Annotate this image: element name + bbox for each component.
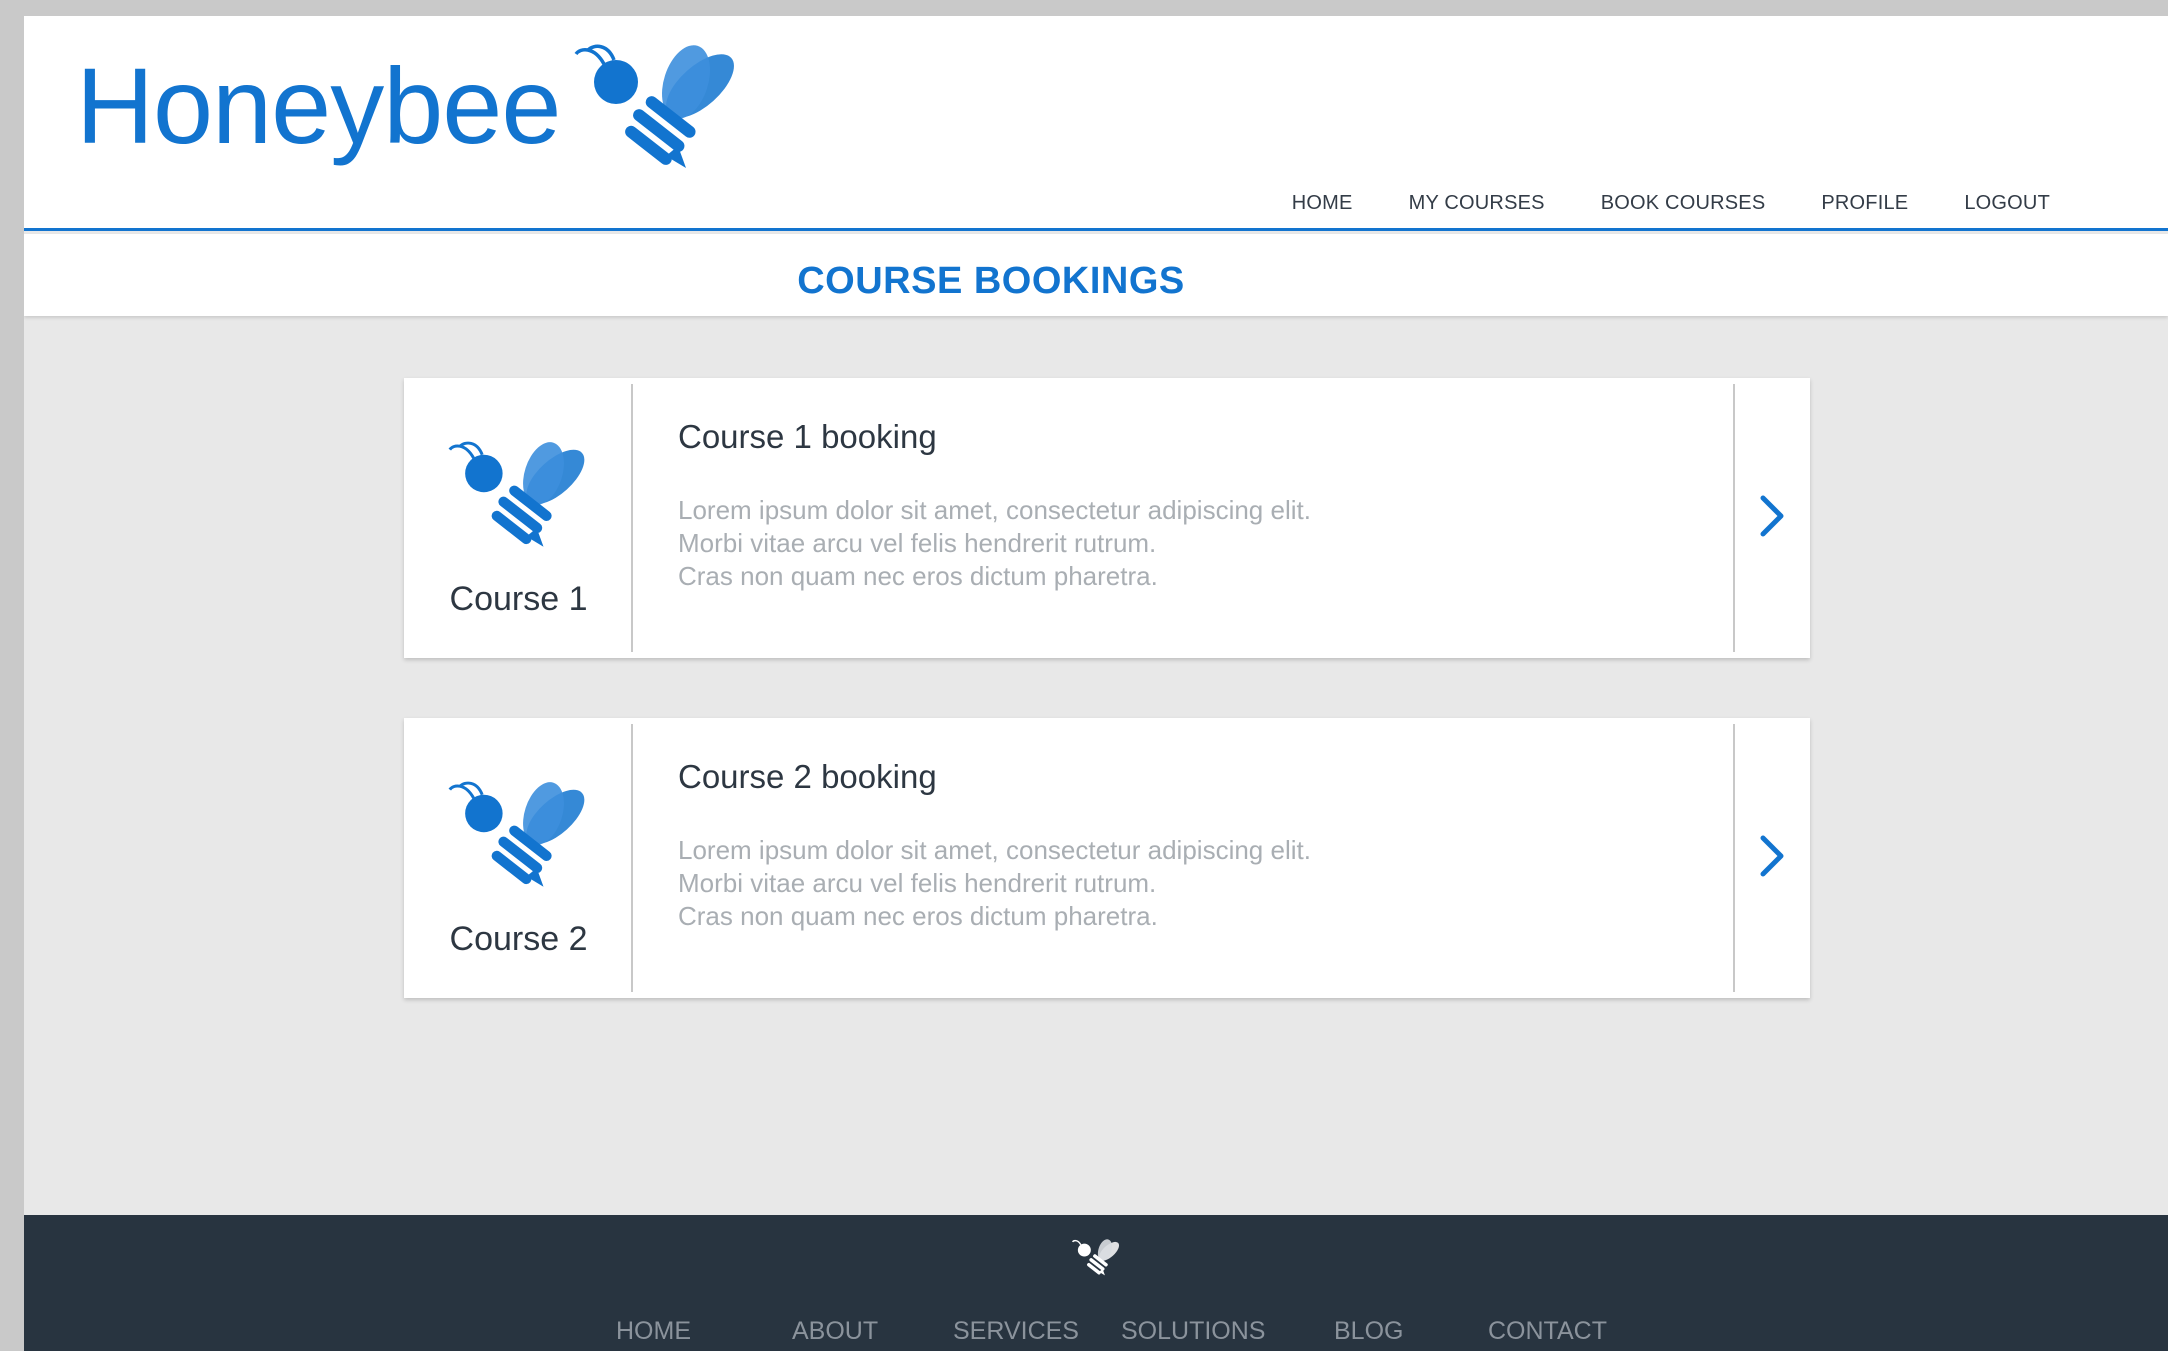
course-card-2[interactable]: Course 2 Course 2 booking Lorem ipsum do… (404, 718, 1810, 998)
bee-icon (1071, 1237, 1122, 1282)
course-heading: Course 1 booking (678, 418, 937, 455)
course-thumb: Course 1 (404, 378, 633, 658)
description-line: Cras non quam nec eros dictum pharetra. (678, 561, 1158, 591)
title-bar: COURSE BOOKINGS (24, 234, 2168, 316)
course-description: Lorem ipsum dolor sit amet, consectetur … (678, 494, 1733, 593)
description-line: Cras non quam nec eros dictum pharetra. (678, 901, 1158, 931)
description-line: Morbi vitae arcu vel felis hendrerit rut… (678, 868, 1157, 898)
footer-link-solutions[interactable]: SOLUTIONS (1121, 1317, 1265, 1346)
course-open-button[interactable] (1733, 718, 1810, 998)
course-body: Course 2 booking Lorem ipsum dolor sit a… (633, 718, 1733, 998)
logo[interactable]: Honeybee (76, 38, 744, 178)
course-heading: Course 2 booking (678, 758, 937, 795)
logo-text: Honeybee (76, 45, 561, 166)
chevron-right-icon (1759, 494, 1785, 543)
description-line: Morbi vitae arcu vel felis hendrerit rut… (678, 528, 1157, 558)
course-name: Course 2 (449, 920, 588, 958)
footer-link-about[interactable]: ABOUT (792, 1317, 878, 1346)
course-thumb: Course 2 (404, 718, 633, 998)
app-frame: Honeybee HOME MY COURSES BOOK COURSES PR… (24, 16, 2168, 1351)
description-line: Lorem ipsum dolor sit amet, consectetur … (678, 495, 1311, 525)
footer-nav: HOME ABOUT SERVICES SOLUTIONS BLOG CONTA… (24, 1317, 2168, 1351)
main-nav: HOME MY COURSES BOOK COURSES PROFILE LOG… (1264, 166, 2168, 252)
course-open-button[interactable] (1733, 378, 1810, 658)
course-card-1[interactable]: Course 1 Course 1 booking Lorem ipsum do… (404, 378, 1810, 658)
bee-icon (448, 436, 593, 556)
footer-link-contact[interactable]: CONTACT (1488, 1317, 1607, 1346)
page-title: COURSE BOOKINGS (797, 260, 1185, 302)
site-header: Honeybee HOME MY COURSES BOOK COURSES PR… (24, 16, 2168, 252)
course-description: Lorem ipsum dolor sit amet, consectetur … (678, 834, 1733, 933)
course-name: Course 1 (449, 580, 588, 618)
bee-icon (448, 776, 593, 896)
footer-link-blog[interactable]: BLOG (1334, 1317, 1403, 1346)
bee-icon (574, 38, 744, 178)
site-footer: HOME ABOUT SERVICES SOLUTIONS BLOG CONTA… (24, 1215, 2168, 1351)
course-body: Course 1 booking Lorem ipsum dolor sit a… (633, 378, 1733, 658)
chevron-right-icon (1759, 834, 1785, 883)
footer-link-services[interactable]: SERVICES (953, 1317, 1079, 1346)
description-line: Lorem ipsum dolor sit amet, consectetur … (678, 835, 1311, 865)
footer-link-home[interactable]: HOME (616, 1317, 691, 1346)
